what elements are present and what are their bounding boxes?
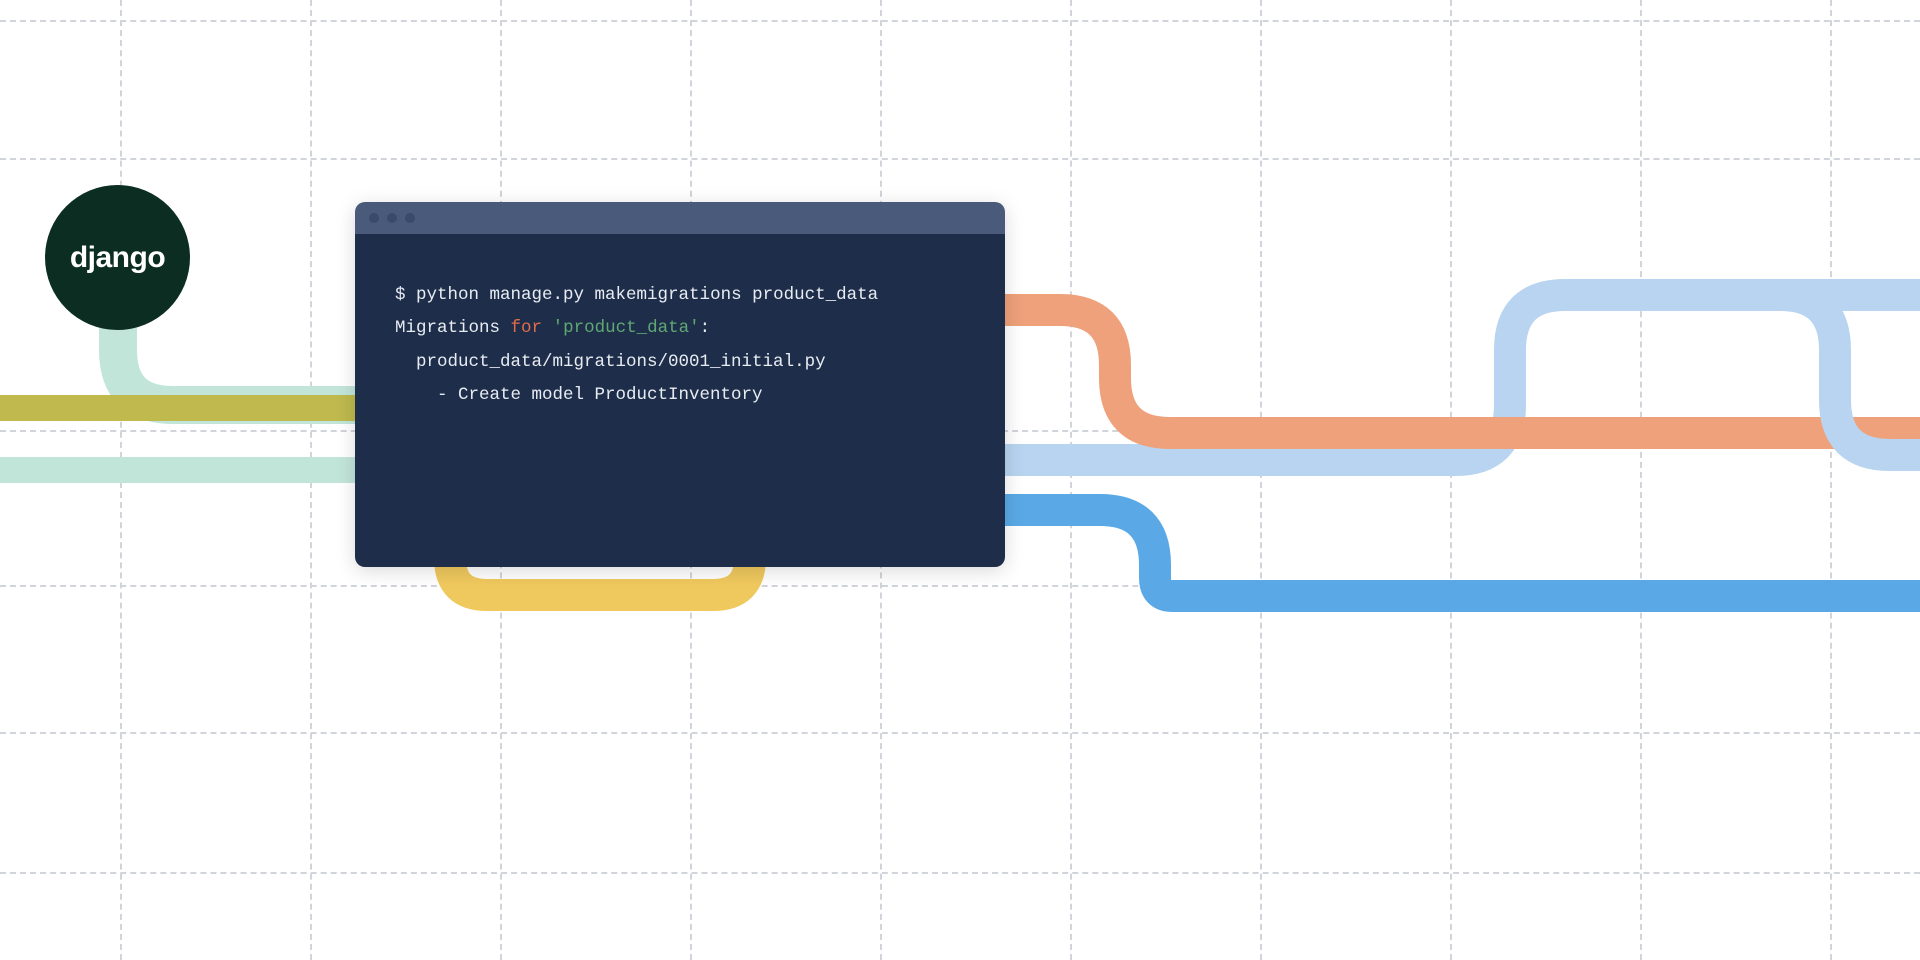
prompt-symbol: $ <box>395 285 416 305</box>
terminal-line-2: Migrations for 'product_data': <box>395 312 965 345</box>
command-text: python manage.py makemigrations product_… <box>416 285 878 305</box>
output-text: Migrations <box>395 318 511 338</box>
terminal-body: $ python manage.py makemigrations produc… <box>355 234 1005 567</box>
window-dot-icon <box>405 213 415 223</box>
window-dot-icon <box>369 213 379 223</box>
terminal-window: $ python manage.py makemigrations produc… <box>355 202 1005 567</box>
string-literal: 'product_data' <box>553 318 700 338</box>
django-badge: django <box>45 185 190 330</box>
django-label: django <box>70 241 165 275</box>
terminal-line-1: $ python manage.py makemigrations produc… <box>395 279 965 312</box>
window-dot-icon <box>387 213 397 223</box>
output-text: : <box>700 318 711 338</box>
terminal-titlebar <box>355 202 1005 234</box>
space <box>542 318 553 338</box>
keyword-for: for <box>511 318 543 338</box>
terminal-line-4: - Create model ProductInventory <box>395 379 965 412</box>
terminal-line-3: product_data/migrations/0001_initial.py <box>395 346 965 379</box>
